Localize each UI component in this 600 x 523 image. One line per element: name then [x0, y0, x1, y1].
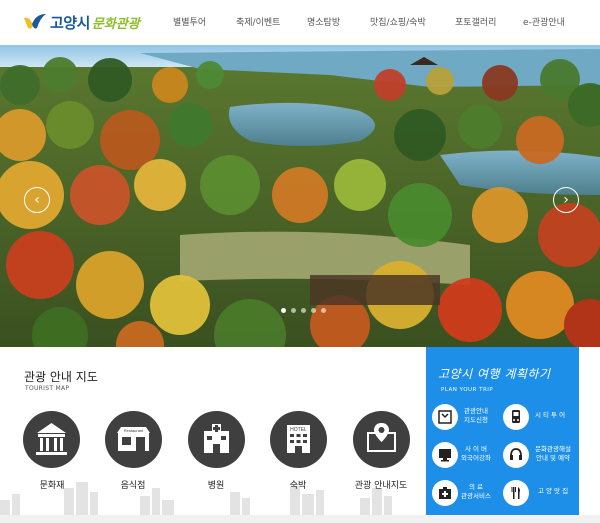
nav-item-food-shopping-stay[interactable]: 맛집/쇼핑/숙박	[370, 15, 426, 28]
tourist-map-title: 관광 안내 지도	[24, 370, 98, 384]
nav-item-e-tour-info[interactable]: e-관광안내	[523, 15, 565, 28]
site-header: 고양시 문화관광 별별투어 축제/이벤트 명소탐방 맛집/쇼핑/숙박 포토갤러리…	[0, 0, 600, 45]
slider-prev-button[interactable]: ‹	[24, 187, 50, 213]
restaurant-icon: Restaurant	[117, 427, 150, 451]
slider-next-button[interactable]: ›	[553, 187, 579, 213]
chevron-right-icon: ›	[563, 192, 569, 208]
restaurant-sign-text: Restaurant	[124, 428, 144, 433]
hospital-label[interactable]: 병원	[176, 478, 256, 491]
city-tour-button[interactable]	[503, 404, 529, 430]
slide-dot-5[interactable]	[321, 308, 326, 313]
nav-item-photo-gallery[interactable]: 포토갤러리	[455, 15, 496, 28]
nav-item-attractions[interactable]: 명소탐방	[307, 15, 340, 28]
medical-tourism-button[interactable]	[432, 480, 458, 506]
map-request-label[interactable]: 관광안내 지도신청	[460, 407, 492, 425]
museum-label[interactable]: 문화재	[12, 478, 92, 491]
slide-dot-2[interactable]	[291, 308, 296, 313]
slide-dot-1[interactable]	[281, 308, 286, 313]
hero-slider: ‹ ›	[0, 45, 600, 347]
goyang-restaurants-label[interactable]: 고 양 맛 집	[529, 487, 577, 496]
bottom-strip	[0, 515, 600, 523]
plan-trip-panel: 고양시 여행 계획하기 PLAN YOUR TRIP 관광안내 지도신청 시 티…	[426, 347, 579, 515]
tour-map-label[interactable]: 관광 안내지도	[341, 478, 421, 491]
city-tour-label[interactable]: 시 티 투 어	[534, 411, 566, 420]
map-request-button[interactable]	[432, 404, 458, 430]
hotel-icon: HOTEL	[287, 425, 310, 453]
tour-guide-booking-label[interactable]: 문화관광해설 안내 및 예약	[529, 445, 577, 463]
cyber-language-button[interactable]	[432, 442, 458, 468]
hospital-icon	[204, 424, 229, 453]
restaurant-button[interactable]: Restaurant	[105, 411, 162, 468]
cyber-language-label[interactable]: 사 이 버 외국어강좌	[460, 445, 492, 463]
nav-item-festivals[interactable]: 축제/이벤트	[236, 15, 280, 28]
tour-map-button[interactable]	[353, 411, 410, 468]
hotel-sign-text: HOTEL	[290, 427, 307, 433]
goyang-restaurants-button[interactable]	[503, 480, 529, 506]
medical-tourism-label[interactable]: 의 료 관광서비스	[460, 483, 492, 501]
hospital-button[interactable]	[188, 411, 245, 468]
restaurant-label[interactable]: 음식점	[93, 478, 173, 491]
hero-image	[0, 45, 600, 347]
tour-guide-booking-button[interactable]	[503, 442, 529, 468]
fork-knife-icon	[511, 487, 520, 499]
tourist-map-subtitle: TOURIST MAP	[25, 385, 70, 392]
right-margin	[579, 347, 600, 515]
monitor-icon	[439, 449, 451, 462]
museum-icon	[36, 423, 67, 455]
main-nav: 별별투어 축제/이벤트 명소탐방 맛집/쇼핑/숙박 포토갤러리 e-관광안내	[0, 15, 600, 31]
slide-dot-3[interactable]	[301, 308, 306, 313]
map-icon	[367, 423, 396, 452]
bus-icon	[512, 410, 520, 423]
museum-button[interactable]	[23, 411, 80, 468]
headset-icon	[510, 448, 522, 460]
plan-trip-title: 고양시 여행 계획하기	[438, 367, 551, 381]
slide-dot-4[interactable]	[311, 308, 316, 313]
slider-pagination	[281, 308, 326, 318]
chevron-left-icon: ‹	[34, 192, 40, 208]
map-book-icon	[438, 410, 452, 424]
hotel-button[interactable]: HOTEL	[270, 411, 327, 468]
medical-kit-icon	[439, 487, 451, 499]
hotel-label[interactable]: 숙박	[258, 478, 338, 491]
nav-item-tours[interactable]: 별별투어	[173, 15, 206, 28]
plan-trip-subtitle: PLAN YOUR TRIP	[441, 387, 494, 393]
